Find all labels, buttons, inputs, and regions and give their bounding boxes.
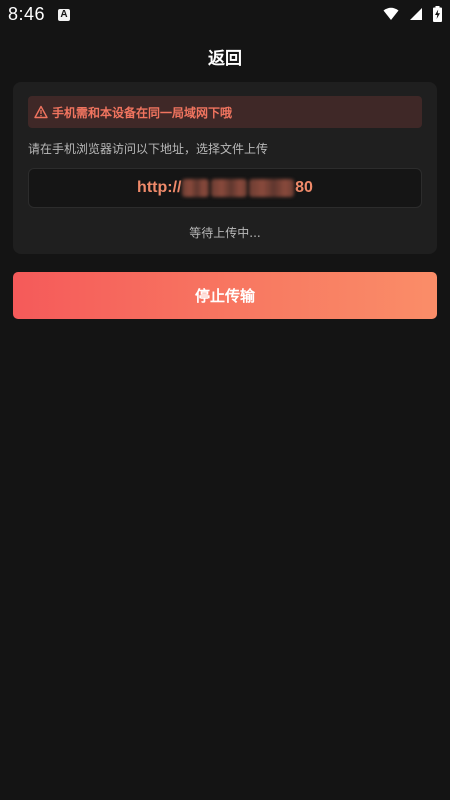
instruction-text: 请在手机浏览器访问以下地址，选择文件上传	[28, 142, 269, 156]
url-suffix: 80	[295, 179, 313, 196]
accessibility-a-icon: A	[58, 9, 70, 21]
url-redacted-part-1: 192	[182, 179, 210, 197]
back-title[interactable]: 返回	[0, 44, 450, 69]
warning-banner: 手机需和本设备在同一局域网下哦	[28, 96, 422, 128]
wifi-icon	[383, 7, 399, 20]
waiting-status: 等待上传中...	[189, 226, 261, 240]
upload-card: 手机需和本设备在同一局域网下哦 请在手机浏览器访问以下地址，选择文件上传 htt…	[13, 82, 437, 254]
url-redacted-part-2: .168.	[211, 179, 247, 197]
status-time: 8:46	[8, 4, 46, 24]
url-redacted-part-3: 1.1:80	[248, 179, 295, 197]
warning-text: 手机需和本设备在同一局域网下哦	[52, 105, 233, 120]
url-prefix: http://	[137, 179, 182, 196]
status-bar: 8:46 A	[0, 0, 450, 32]
signal-icon	[410, 8, 422, 20]
url-box[interactable]: http://192.168.1.1:8080	[28, 168, 422, 208]
stop-transfer-button[interactable]: 停止传输	[13, 272, 437, 319]
url-text[interactable]: http://192.168.1.1:8080	[137, 179, 313, 197]
upload-screen: 8:46 A 返回 手机需和本设备在同一局域网下哦 请在手机浏览器访问以下地址，…	[0, 0, 450, 800]
warning-triangle-icon	[34, 105, 48, 119]
status-icons	[383, 6, 442, 22]
battery-charging-icon	[433, 6, 442, 22]
